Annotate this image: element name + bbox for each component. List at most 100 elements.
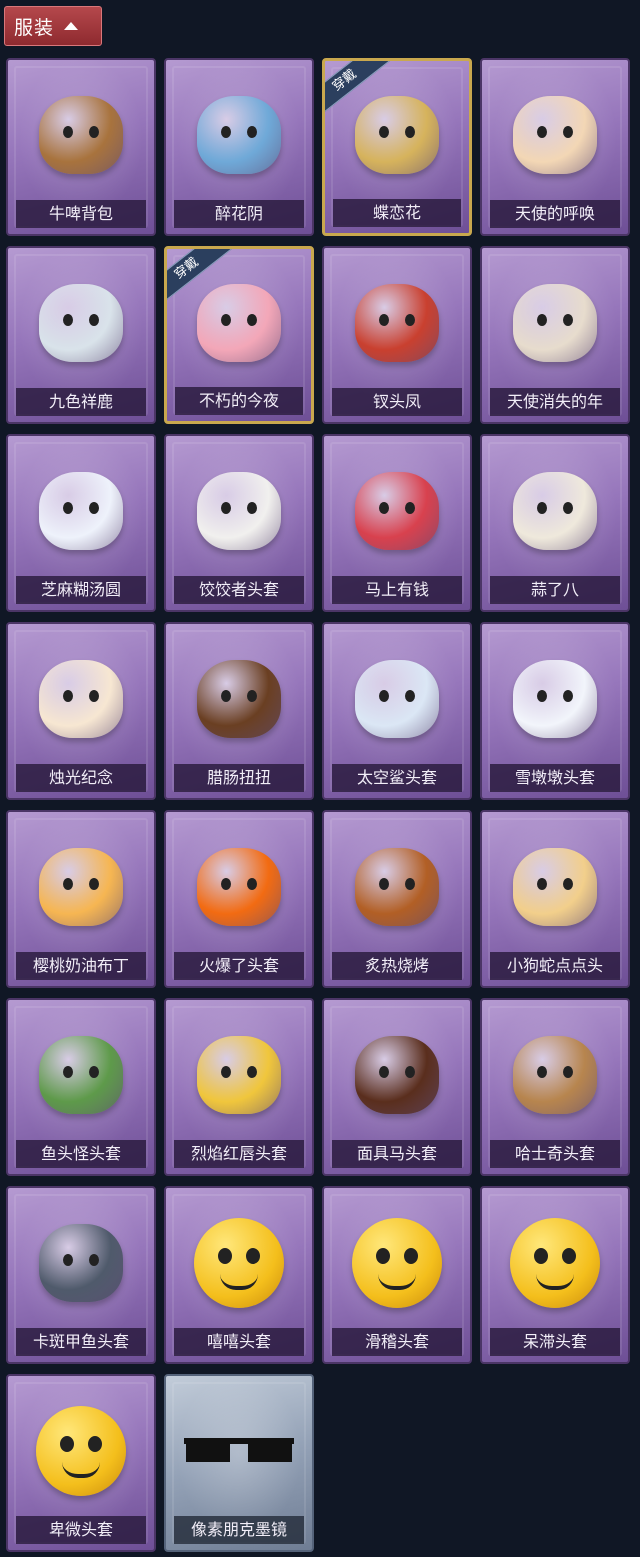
item-label: 火爆了头套 — [174, 952, 304, 980]
emoji-head-icon — [352, 1218, 442, 1308]
item-card[interactable]: 天使的呼唤 — [480, 58, 630, 236]
item-thumbnail — [324, 638, 470, 760]
emoji-head-icon — [194, 1218, 284, 1308]
item-card[interactable]: 九色祥鹿 — [6, 246, 156, 424]
costume-icon — [197, 848, 281, 926]
item-thumbnail — [324, 262, 470, 384]
item-label: 九色祥鹿 — [16, 388, 146, 416]
costume-icon — [197, 284, 281, 362]
costume-icon — [513, 1036, 597, 1114]
item-label: 马上有钱 — [332, 576, 462, 604]
item-label: 牛啤背包 — [16, 200, 146, 228]
costume-icon — [513, 96, 597, 174]
item-thumbnail — [482, 638, 628, 760]
item-grid: 牛啤背包 醉花阴 穿戴 蝶恋花 天使的呼唤九色祥鹿 穿戴 不朽的今夜 钗头凤 天使消失的年芝麻糊… — [0, 0, 640, 1557]
item-label: 腊肠扭扭 — [174, 764, 304, 792]
costume-icon — [39, 96, 123, 174]
item-card[interactable]: 烛光纪念 — [6, 622, 156, 800]
item-card[interactable]: 滑稽头套 — [322, 1186, 472, 1364]
costume-icon — [513, 848, 597, 926]
costume-icon — [513, 660, 597, 738]
item-thumbnail — [166, 638, 312, 760]
costume-icon — [355, 1036, 439, 1114]
item-card[interactable]: 钗头凤 — [322, 246, 472, 424]
item-label: 面具马头套 — [332, 1140, 462, 1168]
item-label: 卡斑甲鱼头套 — [16, 1328, 146, 1356]
item-thumbnail — [166, 450, 312, 572]
item-thumbnail — [324, 450, 470, 572]
item-label: 太空鲨头套 — [332, 764, 462, 792]
item-thumbnail — [8, 450, 154, 572]
item-card[interactable]: 饺饺者头套 — [164, 434, 314, 612]
item-thumbnail — [482, 74, 628, 196]
costume-icon — [355, 660, 439, 738]
item-label: 滑稽头套 — [332, 1328, 462, 1356]
item-thumbnail — [8, 262, 154, 384]
item-thumbnail — [8, 826, 154, 948]
emoji-head-icon — [510, 1218, 600, 1308]
item-label: 蝶恋花 — [333, 199, 461, 227]
item-thumbnail — [166, 1202, 312, 1324]
item-label: 不朽的今夜 — [175, 387, 303, 415]
item-thumbnail — [482, 826, 628, 948]
costume-icon — [39, 848, 123, 926]
item-card[interactable]: 牛啤背包 — [6, 58, 156, 236]
costume-icon — [39, 472, 123, 550]
item-card[interactable]: 雪墩墩头套 — [480, 622, 630, 800]
costume-icon — [39, 1036, 123, 1114]
item-thumbnail — [166, 1390, 312, 1512]
item-card[interactable]: 腊肠扭扭 — [164, 622, 314, 800]
emoji-head-icon — [36, 1406, 126, 1496]
item-card[interactable]: 天使消失的年 — [480, 246, 630, 424]
item-card[interactable]: 烈焰红唇头套 — [164, 998, 314, 1176]
item-label: 呆滞头套 — [490, 1328, 620, 1356]
item-card[interactable]: 卑微头套 — [6, 1374, 156, 1552]
item-card[interactable]: 鱼头怪头套 — [6, 998, 156, 1176]
item-card[interactable]: 芝麻糊汤圆 — [6, 434, 156, 612]
item-thumbnail — [166, 74, 312, 196]
item-thumbnail — [8, 638, 154, 760]
item-card[interactable]: 穿戴 不朽的今夜 — [164, 246, 314, 424]
item-label: 醉花阴 — [174, 200, 304, 228]
item-thumbnail — [324, 1202, 470, 1324]
item-label: 小狗蛇点点头 — [490, 952, 620, 980]
item-label: 蒜了八 — [490, 576, 620, 604]
item-label: 炙热烧烤 — [332, 952, 462, 980]
item-thumbnail — [8, 1202, 154, 1324]
item-thumbnail — [482, 450, 628, 572]
costume-icon — [355, 284, 439, 362]
item-label: 天使的呼唤 — [490, 200, 620, 228]
item-card[interactable]: 醉花阴 — [164, 58, 314, 236]
costume-icon — [197, 660, 281, 738]
costume-icon — [355, 96, 439, 174]
item-label: 卑微头套 — [16, 1516, 146, 1544]
item-label: 像素朋克墨镜 — [174, 1516, 304, 1544]
item-thumbnail — [8, 74, 154, 196]
item-thumbnail — [8, 1014, 154, 1136]
costume-icon — [197, 472, 281, 550]
item-label: 烛光纪念 — [16, 764, 146, 792]
item-card[interactable]: 嘻嘻头套 — [164, 1186, 314, 1364]
sunglasses-icon — [184, 1438, 294, 1464]
item-card[interactable]: 穿戴 蝶恋花 — [322, 58, 472, 236]
item-card[interactable]: 面具马头套 — [322, 998, 472, 1176]
item-card[interactable]: 小狗蛇点点头 — [480, 810, 630, 988]
item-card[interactable]: 蒜了八 — [480, 434, 630, 612]
item-label: 饺饺者头套 — [174, 576, 304, 604]
item-label: 鱼头怪头套 — [16, 1140, 146, 1168]
item-card[interactable]: 火爆了头套 — [164, 810, 314, 988]
item-thumbnail — [324, 1014, 470, 1136]
item-card[interactable]: 呆滞头套 — [480, 1186, 630, 1364]
item-card[interactable]: 哈士奇头套 — [480, 998, 630, 1176]
item-card[interactable]: 樱桃奶油布丁 — [6, 810, 156, 988]
item-card[interactable]: 像素朋克墨镜 — [164, 1374, 314, 1552]
item-thumbnail — [324, 826, 470, 948]
item-label: 芝麻糊汤圆 — [16, 576, 146, 604]
item-card[interactable]: 炙热烧烤 — [322, 810, 472, 988]
item-thumbnail — [166, 1014, 312, 1136]
item-card[interactable]: 卡斑甲鱼头套 — [6, 1186, 156, 1364]
item-label: 雪墩墩头套 — [490, 764, 620, 792]
item-card[interactable]: 马上有钱 — [322, 434, 472, 612]
item-card[interactable]: 太空鲨头套 — [322, 622, 472, 800]
item-label: 钗头凤 — [332, 388, 462, 416]
